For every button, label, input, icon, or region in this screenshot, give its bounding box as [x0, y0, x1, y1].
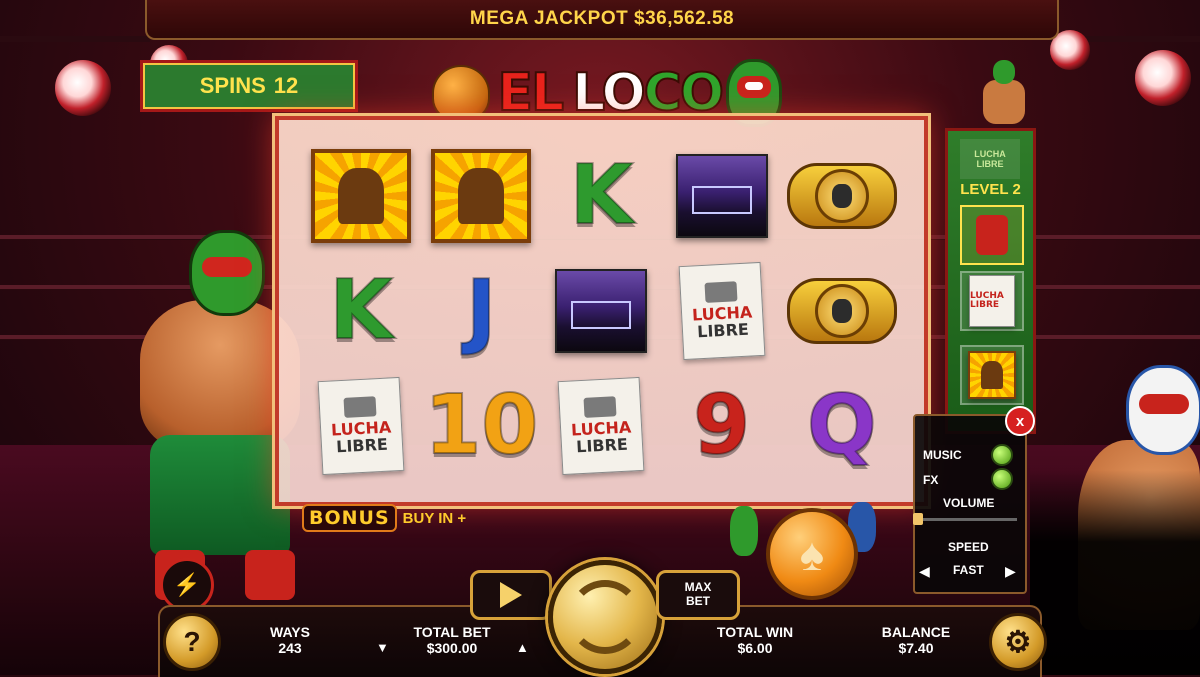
total-win-display: TOTAL WIN $6.00 [700, 624, 810, 656]
ways-label: WAYS [270, 624, 310, 640]
volume-slider-knob[interactable] [913, 513, 923, 525]
reel-cell [301, 138, 421, 253]
spotlight-right [1135, 50, 1191, 106]
symbol-ring-icon [555, 268, 648, 353]
lightning-icon[interactable]: ⚡ [160, 558, 214, 612]
total-win-label: TOTAL WIN [716, 624, 794, 640]
help-button[interactable]: ? [163, 613, 221, 671]
total-bet-value: $300.00 [426, 640, 478, 656]
jackpot-label: MEGA JACKPOT [469, 8, 629, 29]
play-icon [500, 582, 522, 608]
bet-decrease-icon[interactable]: ▼ [376, 640, 389, 655]
boots-icon [976, 215, 1008, 255]
balance-display: BALANCE $7.40 [866, 624, 966, 656]
speed-prev-arrow-icon[interactable]: ◀ [919, 563, 930, 580]
level-label: LEVEL 2 [960, 181, 1021, 198]
reel-grid: K K J LUCHA LIBRE LUCHA LIBRE 10 LUCHA LIBRE 9 Q [301, 138, 902, 484]
speed-label: SPEED [948, 540, 989, 554]
speed-value: FAST [953, 563, 984, 577]
symbol-poster: LUCHA LIBRE [558, 377, 645, 476]
reel-cell: Q [782, 369, 902, 484]
music-toggle[interactable] [991, 444, 1013, 466]
max-bet-line2: BET [686, 594, 710, 608]
symbol-belt-icon [786, 277, 897, 344]
reel-cell: 10 [421, 369, 541, 484]
ways-display: WAYS 243 [240, 624, 340, 656]
reel-cell: 9 [662, 369, 782, 484]
reel-cell: LUCHA LIBRE [662, 253, 782, 368]
symbol-wrestler-icon [311, 148, 412, 243]
symbol-letter: K [569, 147, 635, 243]
jackpot-banner: MEGA JACKPOT $36,562.58 [145, 0, 1059, 40]
reel-cell: K [301, 253, 421, 368]
buy-in-label: BUY IN + [402, 509, 467, 527]
speed-next-arrow-icon[interactable]: ▶ [1005, 563, 1016, 580]
reel-cell [782, 138, 902, 253]
spins-count: 12 [273, 73, 299, 98]
crowd-silhouette [1030, 470, 1200, 675]
progress-poster-label: LUCHA LIBRE [970, 290, 1004, 310]
reel-cell [782, 253, 902, 368]
symbol-letter: K [328, 262, 394, 358]
reel-cell: K [541, 138, 661, 253]
free-spins-counter: SPINS 12 [140, 60, 358, 112]
progress-ticket: LUCHA LIBRE [960, 139, 1020, 179]
symbol-letter: J [465, 262, 497, 358]
reel-window: K K J LUCHA LIBRE LUCHA LIBRE 10 LUCHA LIBRE 9 Q [275, 116, 928, 506]
symbol-ring-icon [675, 153, 768, 238]
level-progress-panel: LUCHA LIBRE LEVEL 2 LUCHA LIBRE [945, 128, 1036, 434]
spade-icon: ♠ [766, 508, 858, 600]
progress-wrestler [960, 345, 1024, 405]
jackpot-amount: $36,562.58 [634, 8, 735, 29]
balance-label: BALANCE [881, 624, 951, 640]
progress-poster: LUCHA LIBRE [960, 271, 1024, 331]
spotlight-left [55, 60, 111, 116]
reel-cell: LUCHA LIBRE [541, 369, 661, 484]
spin-arrows-icon [568, 580, 642, 654]
poster-line-2: LIBRE [335, 434, 389, 457]
ways-value: 243 [278, 640, 302, 656]
bonus-label: BONUS [302, 504, 397, 532]
bet-increase-icon[interactable]: ▲ [516, 640, 529, 655]
symbol-wrestler-icon [431, 148, 532, 243]
total-win-value: $6.00 [737, 640, 773, 656]
reel-cell: J [421, 253, 541, 368]
symbol-belt-icon [786, 162, 897, 229]
fx-label: FX [923, 473, 939, 487]
symbol-letter: 10 [423, 378, 539, 474]
logo-el: EL [497, 62, 566, 124]
reel-cell: LUCHA LIBRE [301, 369, 421, 484]
max-bet-line1: MAX [684, 580, 712, 595]
spin-button[interactable] [548, 560, 662, 674]
balance-value: $7.40 [898, 640, 934, 656]
poster-line-2: LIBRE [696, 319, 749, 342]
max-bet-button[interactable]: MAX BET [656, 570, 740, 620]
autoplay-button[interactable] [470, 570, 552, 620]
logo-lo: LO [571, 62, 646, 124]
gear-icon[interactable]: ⚙ [989, 613, 1047, 671]
fx-toggle[interactable] [991, 468, 1013, 490]
mini-luchador-top [975, 0, 1035, 124]
music-label: MUSIC [923, 448, 962, 462]
reel-cell [541, 253, 661, 368]
bell-icon [432, 65, 490, 121]
reel-cell [421, 138, 541, 253]
total-bet-label: TOTAL BET [413, 624, 491, 640]
total-bet-display: TOTAL BET $300.00 [392, 624, 512, 656]
spins-label: SPINS [199, 73, 266, 98]
bonus-buy-button[interactable]: BONUS BUY IN + [302, 504, 466, 532]
poster-line-2: LIBRE [576, 434, 629, 457]
volume-slider[interactable] [917, 518, 1017, 521]
close-settings-button[interactable]: x [1005, 406, 1035, 436]
symbol-poster: LUCHA LIBRE [678, 261, 766, 361]
symbol-letter: Q [806, 378, 878, 474]
progress-boots [960, 205, 1024, 265]
symbol-letter: 9 [692, 378, 751, 474]
light-truss-left [0, 36, 150, 42]
reel-cell [662, 138, 782, 253]
logo-co: CO [643, 62, 725, 124]
symbol-poster: LUCHA LIBRE [317, 377, 405, 476]
volume-label: VOLUME [943, 496, 995, 510]
